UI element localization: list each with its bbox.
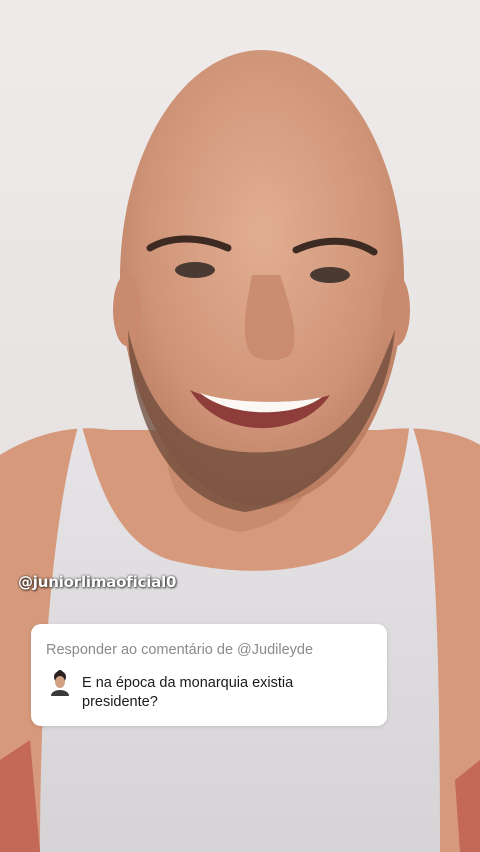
creator-watermark: @juniorlimaoficial0: [18, 573, 177, 591]
reply-header: Responder ao comentário de @Judileyde: [46, 642, 314, 658]
commenter-avatar-icon: [51, 670, 69, 696]
reply-comment-text: E na época da monarquia existia presiden…: [82, 675, 294, 710]
reply-comment-card[interactable]: Responder ao comentário de @Judileyde E …: [31, 624, 387, 726]
